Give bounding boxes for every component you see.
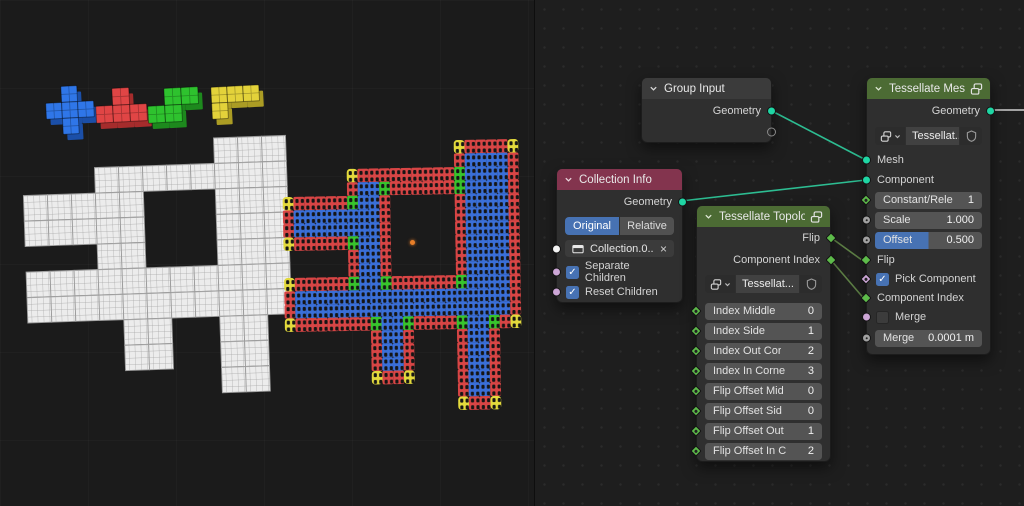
pick-component-checkbox[interactable]: ✓ <box>876 272 889 286</box>
separate-children-label: Separate Children <box>584 260 630 284</box>
blender-window: Group Input Geometry Collection Info Geo… <box>0 0 1024 506</box>
offset-slider-field[interactable]: Offset 0.500 <box>875 231 982 249</box>
object-origin-dot <box>410 240 415 245</box>
flip-output-label: Flip <box>802 232 820 244</box>
reset-children-label: Reset Children <box>585 286 658 298</box>
field-row: Constant/Rele 1 <box>860 190 990 210</box>
mesh-input-label: Mesh <box>877 154 904 166</box>
flip-offset-out-corner-field[interactable]: Flip Offset Out 1 <box>705 422 822 440</box>
mesh-input-socket[interactable] <box>862 155 871 165</box>
field-row: Flip Offset Mid 0 <box>690 381 830 401</box>
flip-offset-side-field[interactable]: Flip Offset Sid 0 <box>705 402 822 420</box>
tessellate-topology-header[interactable]: Tessellate Topolo <box>697 206 830 227</box>
index-side-field[interactable]: Index Side 1 <box>705 322 822 340</box>
node-group-name[interactable]: Tessellat... <box>906 127 959 145</box>
collection-name: Collection.0... <box>590 242 654 255</box>
component-index-output-label: Component Index <box>733 254 820 266</box>
node-collection-info[interactable]: Collection Info Geometry Original Relati… <box>552 168 687 303</box>
group-input-header[interactable]: Group Input <box>642 78 771 99</box>
clear-collection-icon[interactable]: × <box>660 242 667 256</box>
original-button[interactable]: Original <box>565 217 619 235</box>
node-group-icon <box>810 210 823 223</box>
field-row: Flip Offset Out 1 <box>690 421 830 441</box>
datablock-icon <box>880 130 891 142</box>
reset-children-checkbox[interactable]: ✓ <box>566 285 579 299</box>
scale-field[interactable]: Scale 1.000 <box>875 211 982 229</box>
chevron-down-icon[interactable] <box>874 84 884 94</box>
flip-input-label: Flip <box>877 254 895 266</box>
chevron-down-icon[interactable] <box>649 84 659 94</box>
separate-children-socket[interactable] <box>552 267 561 277</box>
component-index-input-label: Component Index <box>877 292 964 304</box>
node-tessellate-topology[interactable]: Tessellate Topolo Flip Component Index T… <box>690 205 837 462</box>
flip-offset-middle-field[interactable]: Flip Offset Mid 0 <box>705 382 822 400</box>
chevron-down-icon <box>894 134 900 138</box>
chevron-down-icon <box>724 282 730 286</box>
separate-children-checkbox[interactable]: ✓ <box>566 265 579 279</box>
index-out-corner-field[interactable]: Index Out Cor 2 <box>705 342 822 360</box>
field-row: Index Side 1 <box>690 321 830 341</box>
datablock-icon <box>710 278 721 290</box>
merge-distance-socket[interactable] <box>862 333 871 343</box>
node-group-icon <box>970 82 983 95</box>
collection-selector[interactable]: Collection.0... × <box>565 240 674 257</box>
geometry-output-label: Geometry <box>623 196 672 208</box>
node-group-browse-button[interactable] <box>875 127 905 145</box>
chevron-down-icon[interactable] <box>564 175 574 185</box>
node-title: Group Input <box>664 82 725 95</box>
node-group-name[interactable]: Tessellat... <box>736 275 799 293</box>
collection-icon <box>572 243 584 254</box>
relative-button[interactable]: Relative <box>620 217 674 235</box>
tessellated-mesh-colored <box>282 138 522 411</box>
viewport-3d[interactable] <box>0 0 534 506</box>
reset-children-socket[interactable] <box>552 287 561 297</box>
pick-component-label: Pick Component <box>895 273 976 285</box>
geometry-output-socket[interactable] <box>678 197 687 207</box>
geometry-output-socket[interactable] <box>986 106 995 116</box>
field-row: Merge 0.0001 m <box>862 328 990 348</box>
shield-icon <box>966 130 976 142</box>
shield-icon <box>806 278 816 290</box>
component-input-label: Component <box>877 174 934 186</box>
tetromino-components <box>45 84 264 141</box>
merge-checkbox[interactable] <box>876 310 889 324</box>
merge-toggle-socket[interactable] <box>862 312 871 322</box>
tessellate-mesh-header[interactable]: Tessellate Mesh <box>867 78 990 99</box>
geometry-output-label: Geometry <box>712 105 761 117</box>
node-group-input[interactable]: Group Input Geometry <box>641 77 776 143</box>
merge-distance-field[interactable]: Merge 0.0001 m <box>875 329 982 347</box>
geometry-output-socket[interactable] <box>767 106 776 116</box>
node-title: Tessellate Topolo <box>719 210 805 223</box>
constant-relative-field[interactable]: Constant/Rele 1 <box>875 191 982 209</box>
collection-info-header[interactable]: Collection Info <box>557 169 682 190</box>
field-row: Flip Offset Sid 0 <box>690 401 830 421</box>
field-row: Index Out Cor 2 <box>690 341 830 361</box>
node-group-browse-button[interactable] <box>705 275 735 293</box>
scale-socket[interactable] <box>862 215 871 225</box>
virtual-socket[interactable] <box>767 127 776 137</box>
field-row: Flip Offset In C2 <box>690 441 830 461</box>
base-mesh-white <box>22 134 293 394</box>
node-tessellate-mesh[interactable]: Tessellate Mesh Geometry Tessellat... Me… <box>860 77 995 355</box>
chevron-down-icon[interactable] <box>704 212 714 222</box>
index-in-corner-field[interactable]: Index In Corne 3 <box>705 362 822 380</box>
geometry-output-label: Geometry <box>931 105 980 117</box>
offset-socket[interactable] <box>862 235 871 245</box>
flip-offset-in-corner-field[interactable]: Flip Offset In C2 <box>705 442 822 460</box>
node-title: Tessellate Mesh <box>889 82 965 95</box>
fake-user-shield-button[interactable] <box>960 127 982 145</box>
transform-mode-toggle: Original Relative <box>565 217 674 235</box>
field-row: Offset 0.500 <box>862 230 990 250</box>
collection-input-socket[interactable] <box>552 244 561 253</box>
component-input-socket[interactable] <box>862 175 871 185</box>
viewport-scene <box>22 84 522 411</box>
fake-user-shield-button[interactable] <box>800 275 822 293</box>
field-row: Scale 1.000 <box>862 210 990 230</box>
field-row: Index Middle 0 <box>690 301 830 321</box>
index-middle-field[interactable]: Index Middle 0 <box>705 302 822 320</box>
node-title: Collection Info <box>579 173 652 186</box>
field-row: Index In Corne 3 <box>690 361 830 381</box>
merge-label: Merge <box>895 311 927 323</box>
